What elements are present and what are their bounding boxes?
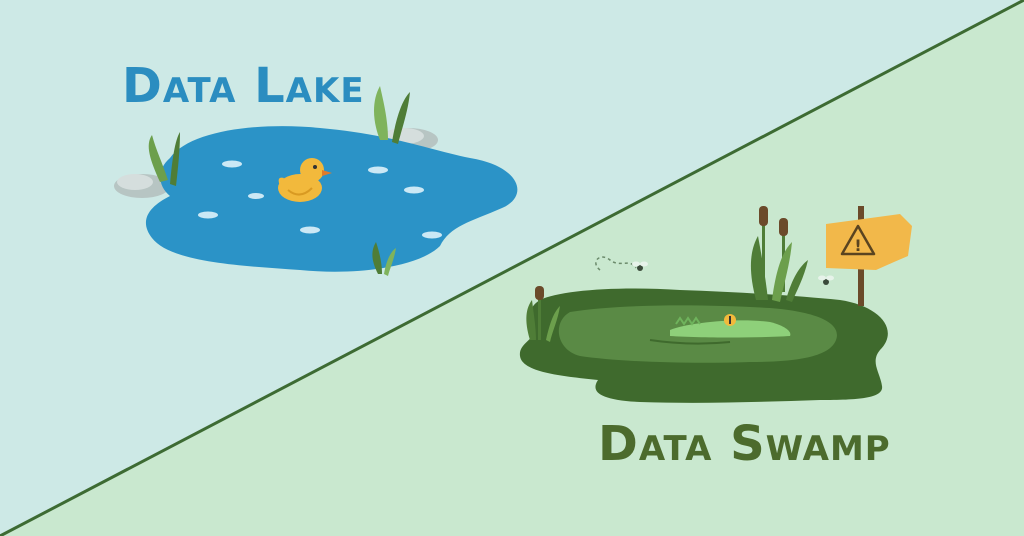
lake-title: Data Lake (122, 58, 365, 114)
warning-symbol: ! (854, 236, 861, 255)
illustration: ! Data Lake Data Swamp (0, 0, 1024, 536)
swamp-title: Data Swamp (598, 416, 891, 472)
